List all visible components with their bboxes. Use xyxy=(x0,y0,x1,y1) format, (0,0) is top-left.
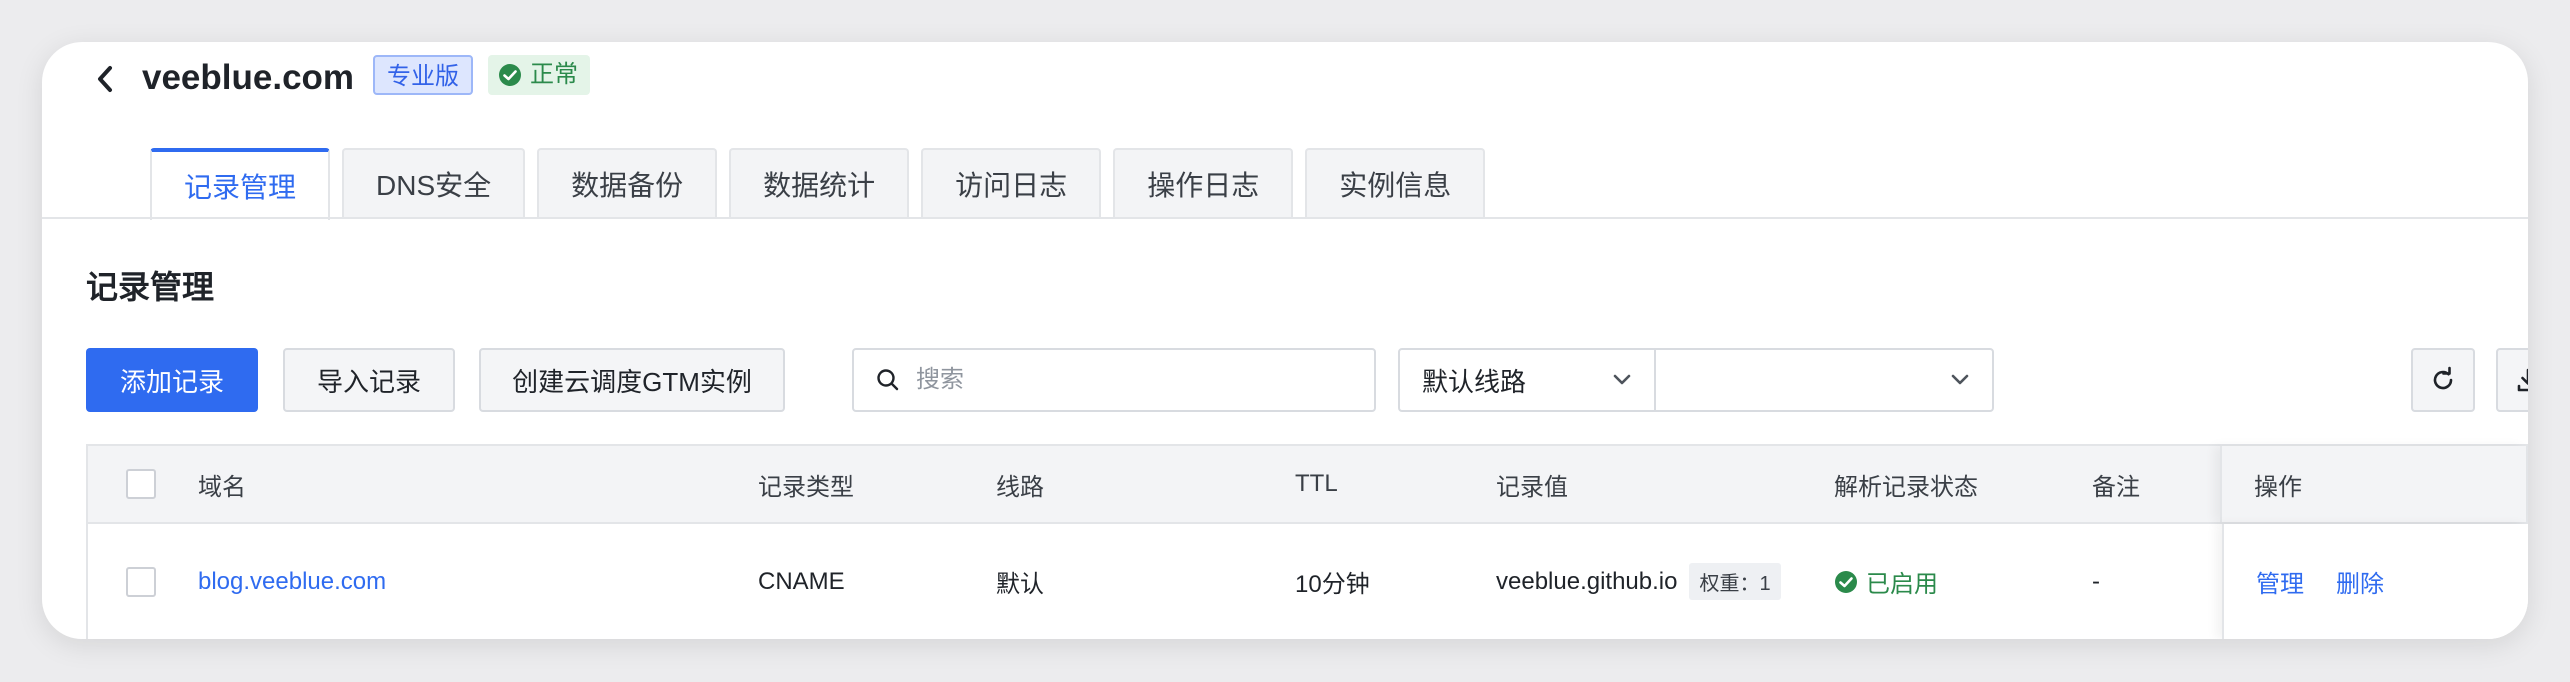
tab-dns-security[interactable]: DNS安全 xyxy=(342,148,526,218)
weight-tag: 权重：1 xyxy=(1689,563,1781,600)
select-all-checkbox[interactable] xyxy=(126,469,156,499)
chevron-down-icon xyxy=(1612,373,1632,387)
status-badge: 正常 xyxy=(488,55,590,95)
row-line: 默认 xyxy=(996,571,1044,598)
import-record-button[interactable]: 导入记录 xyxy=(283,348,455,412)
tab-record-management[interactable]: 记录管理 xyxy=(150,148,331,220)
row-record-type: CNAME xyxy=(758,567,845,595)
chevron-down-icon xyxy=(1950,373,1970,387)
tab-operation-log[interactable]: 操作日志 xyxy=(1113,148,1294,218)
page-title: veeblue.com xyxy=(142,58,355,97)
row-record-value: veeblue.github.io xyxy=(1496,567,1678,595)
record-type-select[interactable] xyxy=(1654,348,1994,412)
row-select xyxy=(126,524,156,639)
column-operations-container: 操作 xyxy=(2220,446,2526,522)
section-title: 记录管理 xyxy=(86,269,215,305)
records-table: 域名 记录类型 线路 TTL 记录值 解析记录状态 备注 操作 blog.vee… xyxy=(86,444,2528,639)
search-input[interactable] xyxy=(914,365,1338,395)
create-gtm-button[interactable]: 创建云调度GTM实例 xyxy=(479,348,785,412)
tab-access-log[interactable]: 访问日志 xyxy=(921,148,1102,218)
tab-instance-info[interactable]: 实例信息 xyxy=(1305,148,1486,218)
refresh-icon xyxy=(2429,366,2457,394)
header-select-all xyxy=(126,446,156,522)
column-domain: 域名 xyxy=(198,473,246,501)
tab-data-statistics[interactable]: 数据统计 xyxy=(729,148,910,218)
row-domain-link[interactable]: blog.veeblue.com xyxy=(198,524,386,639)
search-box xyxy=(852,348,1376,412)
column-status: 解析记录状态 xyxy=(1834,473,1978,501)
tab-data-backup[interactable]: 数据备份 xyxy=(537,148,718,218)
back-chevron-icon[interactable] xyxy=(94,60,124,98)
column-ttl: TTL xyxy=(1295,470,1338,497)
table-header: 域名 记录类型 线路 TTL 记录值 解析记录状态 备注 操作 xyxy=(86,444,2528,524)
column-line: 线路 xyxy=(996,473,1044,501)
add-record-button[interactable]: 添加记录 xyxy=(86,348,258,412)
check-circle-icon xyxy=(498,63,522,87)
refresh-button[interactable] xyxy=(2411,348,2475,412)
download-icon xyxy=(2514,366,2528,394)
edition-badge: 专业版 xyxy=(373,55,473,95)
column-record-value: 记录值 xyxy=(1496,473,1568,501)
download-button[interactable] xyxy=(2496,348,2528,412)
dns-records-panel: veeblue.com 专业版 正常 记录管理 DNS安全 数据备份 数据统计 … xyxy=(42,42,2528,639)
status-badge-label: 正常 xyxy=(530,61,578,88)
tab-bar: 记录管理 DNS安全 数据备份 数据统计 访问日志 操作日志 实例信息 xyxy=(150,148,1486,220)
row-status-cell: 已启用 xyxy=(1834,524,1938,639)
row-checkbox[interactable] xyxy=(126,566,156,597)
row-operations: 管理 删除 xyxy=(2222,524,2528,639)
column-record-type: 记录类型 xyxy=(758,473,854,501)
row-remark: - xyxy=(2092,567,2100,595)
search-icon xyxy=(876,368,900,392)
column-remark: 备注 xyxy=(2092,473,2140,501)
line-select-value: 默认线路 xyxy=(1422,366,1527,397)
delete-link[interactable]: 删除 xyxy=(2336,524,2384,639)
manage-link[interactable]: 管理 xyxy=(2256,524,2304,639)
line-select[interactable]: 默认线路 xyxy=(1398,348,1656,412)
check-circle-icon xyxy=(1834,570,1858,594)
row-status: 已启用 xyxy=(1866,571,1938,598)
table-row: blog.veeblue.com CNAME 默认 10分钟 veeblue.g… xyxy=(86,524,2528,639)
tab-divider xyxy=(42,217,2528,219)
row-record-value-cell: veeblue.github.io 权重：1 xyxy=(1496,524,1781,639)
row-ttl: 10分钟 xyxy=(1295,571,1370,598)
column-operations: 操作 xyxy=(2254,473,2302,501)
